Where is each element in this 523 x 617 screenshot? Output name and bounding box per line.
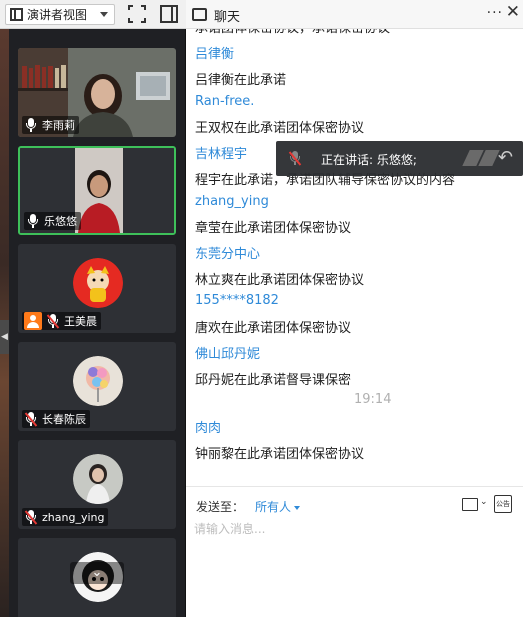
chat-message-input[interactable]	[194, 519, 514, 539]
layout-icon	[10, 8, 23, 21]
chat-message-list[interactable]: 承诺团体保密协议，承诺保密协议 吕律衡 吕律衡在此承诺 Ran-free. 王双…	[186, 29, 523, 485]
participant-name: zhang_ying	[42, 510, 105, 524]
message-sender[interactable]: 155****8182	[195, 293, 279, 308]
message-sender[interactable]: 肉肉	[195, 417, 221, 436]
participant-name-tag: 李雨莉	[22, 116, 79, 134]
chevron-down-icon[interactable]: ⌄	[480, 497, 488, 507]
chat-title: 聊天	[214, 10, 241, 25]
chat-icon	[192, 5, 207, 21]
chevron-down-icon	[100, 12, 108, 17]
close-icon[interactable]: ✕	[506, 2, 520, 22]
message-sender[interactable]: 吉林程宇	[195, 143, 247, 162]
send-target-dropdown[interactable]: 所有人	[255, 498, 301, 515]
collapse-handle[interactable]: ◀	[0, 320, 9, 354]
participant-name: 长春陈辰	[42, 413, 86, 426]
reply-icon[interactable]: ↶	[498, 147, 513, 168]
message-sender[interactable]: 吕律衡	[195, 43, 234, 62]
message-timestamp: 19:14	[354, 392, 392, 407]
video-tile[interactable]: ⌄	[18, 538, 176, 617]
send-to-label: 发送至：	[196, 500, 245, 514]
participant-name-tag: 长春陈辰	[22, 410, 90, 428]
more-options-icon[interactable]: ···	[487, 5, 503, 21]
video-tile[interactable]: 长春陈辰	[18, 342, 176, 431]
message-text: 钟丽黎在此承诺团体保密协议	[195, 447, 365, 462]
video-tile-active[interactable]: 乐悠悠	[18, 146, 176, 235]
chat-header: 聊天 ··· ✕	[186, 0, 523, 29]
microphone-muted-icon	[24, 510, 38, 524]
participant-name-tag: zhang_ying	[22, 508, 109, 526]
avatar	[73, 356, 123, 406]
message-text: 林立爽在此承诺团体保密协议	[195, 273, 365, 288]
avatar	[73, 454, 123, 504]
file-folder-icon[interactable]	[462, 498, 478, 511]
message-sender[interactable]: Ran-free.	[195, 94, 254, 109]
video-tile[interactable]: 李雨莉	[18, 48, 176, 137]
microphone-icon	[26, 214, 40, 228]
video-tile[interactable]: zhang_ying	[18, 440, 176, 529]
view-mode-dropdown[interactable]: 演讲者视图	[5, 4, 115, 25]
microphone-icon	[24, 118, 38, 132]
message-text: 王双权在此承诺团体保密协议	[195, 121, 365, 136]
meeting-window: 演讲者视图 ◀ 李雨莉 乐悠悠 王美晨 长春陈辰 zhang_ying ⌄ ··…	[0, 0, 523, 617]
avatar	[73, 258, 123, 308]
view-mode-label: 演讲者视图	[27, 8, 88, 22]
chat-compose: 发送至： 所有人 ⌄ 公告	[186, 486, 523, 617]
video-tile[interactable]: 王美晨	[18, 244, 176, 333]
message-sender[interactable]: 东莞分中心	[195, 243, 260, 262]
message-text: 邱丹妮在此承诺督导课保密	[195, 373, 352, 388]
message-sender[interactable]: 佛山邱丹妮	[195, 343, 260, 362]
message-text: 唐欢在此承诺团体保密协议	[195, 321, 352, 336]
microphone-muted-icon	[46, 314, 60, 328]
speaking-text: 正在讲话: 乐悠悠;	[321, 153, 417, 167]
microphone-muted-icon	[24, 412, 38, 426]
participant-name: 李雨莉	[42, 119, 75, 132]
scroll-down-icon[interactable]: ⌄	[70, 562, 124, 584]
host-badge-icon	[24, 312, 42, 330]
announcement-icon[interactable]: 公告	[494, 495, 512, 513]
message-text: 章莹在此承诺团体保密协议	[195, 221, 352, 236]
participant-name-tag: 王美晨	[22, 312, 101, 330]
participant-name: 乐悠悠	[44, 215, 77, 228]
toggle-sidebar-icon[interactable]	[160, 5, 178, 23]
microphone-muted-icon	[288, 151, 302, 165]
message-sender[interactable]: zhang_ying	[195, 194, 269, 209]
send-target-value: 所有人	[255, 500, 292, 514]
participant-name: 王美晨	[64, 315, 97, 328]
speaking-indicator: 正在讲话: 乐悠悠; ↶	[276, 141, 523, 176]
message-text: 承诺团体保密协议，承诺保密协议	[195, 29, 390, 36]
participant-name-tag: 乐悠悠	[24, 212, 81, 230]
message-text: 吕律衡在此承诺	[195, 73, 287, 88]
fullscreen-icon[interactable]	[128, 5, 146, 23]
chevron-down-icon	[294, 505, 301, 510]
video-toolbar: 演讲者视图	[0, 0, 186, 29]
